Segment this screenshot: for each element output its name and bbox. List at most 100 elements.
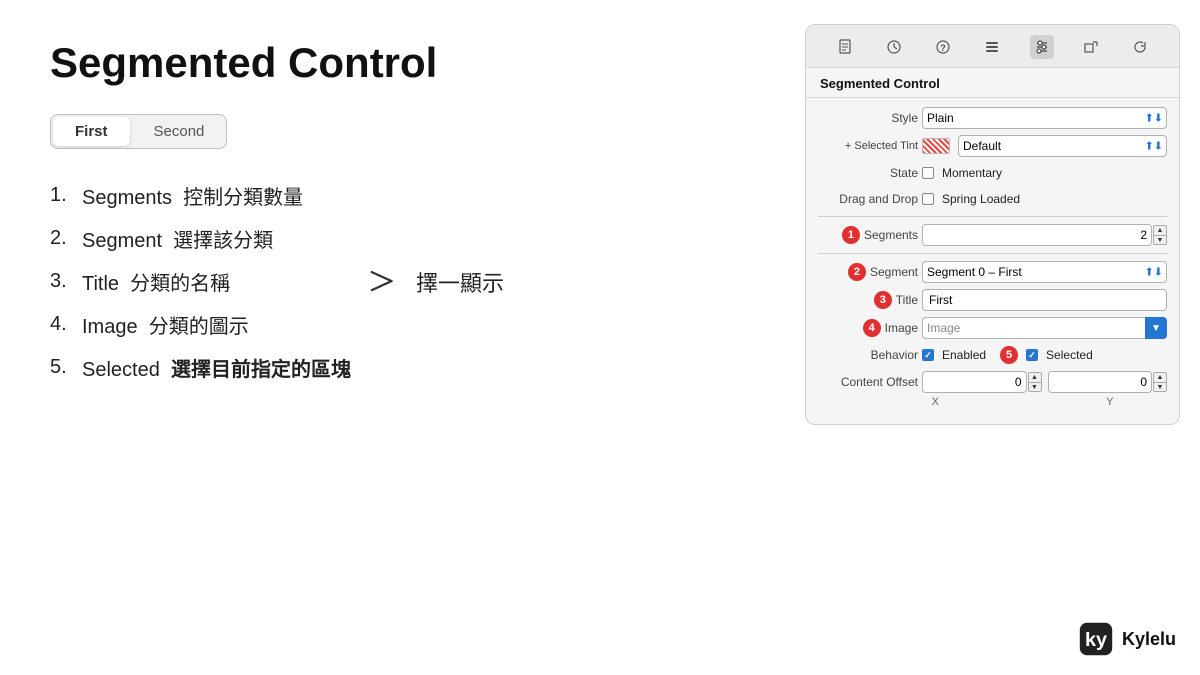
drag-drop-row: Drag and Drop Spring Loaded (806, 186, 1179, 212)
segmented-control-widget[interactable]: First Second (50, 114, 227, 149)
tint-select-wrap[interactable]: Default ⬆⬇ (958, 135, 1167, 157)
list-item: 3. Title 分類的名稱 擇一顯示 (50, 267, 735, 296)
offset-x-down[interactable]: ▼ (1028, 382, 1042, 392)
segments-row-label: 1 Segments (818, 226, 918, 244)
offset-y-down[interactable]: ▼ (1153, 382, 1167, 392)
list-number: 5. (50, 356, 82, 379)
enabled-label: Enabled (942, 348, 986, 362)
momentary-label: Momentary (942, 166, 1002, 180)
x-label: X (818, 396, 993, 408)
behavior-content: Enabled 5 Selected (922, 346, 1167, 364)
offset-x-stepper: ▲ ▼ (1028, 372, 1042, 392)
inspector-panel: ? Segmented Control (805, 24, 1180, 425)
tint-swatch[interactable] (922, 138, 950, 154)
content-offset-label: Content Offset (818, 375, 918, 389)
style-select-wrap[interactable]: Plain ⬆⬇ (922, 107, 1167, 129)
offset-y-stepper: ▲ ▼ (1153, 372, 1167, 392)
segments-stepper-down[interactable]: ▼ (1153, 235, 1167, 245)
arrow-icon (370, 268, 406, 296)
bottom-logo: ky Kylelu (1078, 621, 1176, 657)
xy-labels-row: X Y (806, 396, 1179, 408)
segment-row-label: 2 Segment (818, 263, 918, 281)
inspector-title: Segmented Control (806, 68, 1179, 98)
style-label: Style (818, 111, 918, 125)
spring-loaded-checkbox[interactable] (922, 193, 934, 205)
svg-text:ky: ky (1085, 629, 1107, 651)
title-input[interactable] (922, 289, 1167, 311)
segments-field-wrap: ▲ ▼ (922, 224, 1167, 246)
selected-tint-row: + Selected Tint Default ⬆⬇ (806, 132, 1179, 160)
selected-tint-content: Default ⬆⬇ (922, 135, 1167, 157)
selected-tint-label: + Selected Tint (818, 140, 918, 152)
state-label: State (818, 166, 918, 180)
style-content: Plain ⬆⬇ (922, 107, 1167, 129)
list-label: Image 分類的圖示 (82, 310, 249, 339)
list-item: 1. Segments 控制分類數量 (50, 181, 735, 210)
list-number: 2. (50, 227, 82, 250)
image-select[interactable]: Image (922, 317, 1167, 339)
segment-content: Segment 0 – First ⬆⬇ (922, 261, 1167, 283)
left-panel: Segmented Control First Second 1. Segmen… (0, 0, 785, 675)
list-icon[interactable] (980, 35, 1004, 59)
behavior-label: Behavior (818, 348, 918, 362)
tint-select[interactable]: Default (958, 135, 1167, 157)
list-number: 4. (50, 313, 82, 336)
image-row: 4 Image Image ▼ (806, 314, 1179, 342)
list-label: Title 分類的名稱 (82, 267, 230, 296)
segment-select[interactable]: Segment 0 – First (922, 261, 1167, 283)
offset-y-wrap: ▲ ▼ (1048, 371, 1168, 393)
inspector-toolbar: ? (806, 25, 1179, 68)
offset-y-input[interactable] (1048, 371, 1153, 393)
shape-icon[interactable] (1079, 35, 1103, 59)
list-item: 2. Segment 選擇該分類 (50, 224, 735, 253)
selected-checkbox[interactable] (1026, 349, 1038, 361)
svg-text:?: ? (940, 43, 946, 53)
content-offset-row: Content Offset ▲ ▼ ▲ (806, 368, 1179, 396)
clock-icon[interactable] (882, 35, 906, 59)
title-content (922, 289, 1167, 311)
segment-second-button[interactable]: Second (132, 115, 227, 148)
drag-drop-content: Spring Loaded (922, 192, 1167, 206)
segments-stepper-up[interactable]: ▲ (1153, 225, 1167, 235)
state-row: State Momentary (806, 160, 1179, 186)
image-content: Image ▼ (922, 317, 1167, 339)
offset-x-wrap: ▲ ▼ (922, 371, 1042, 393)
image-select-wrap[interactable]: Image ▼ (922, 317, 1167, 339)
refresh-icon[interactable] (1128, 35, 1152, 59)
offset-x-up[interactable]: ▲ (1028, 372, 1042, 382)
content-offset-content: ▲ ▼ ▲ ▼ (922, 371, 1167, 393)
segments-badge: 1 (842, 226, 860, 244)
offset-x-input[interactable] (922, 371, 1027, 393)
segmented-demo: First Second (50, 114, 735, 149)
offset-y-up[interactable]: ▲ (1153, 372, 1167, 382)
right-panel: ? Segmented Control (785, 0, 1200, 675)
sliders-icon[interactable] (1030, 35, 1054, 59)
page-title: Segmented Control (50, 40, 735, 86)
segments-content: ▲ ▼ (922, 224, 1167, 246)
kylelu-logo-icon: ky (1078, 621, 1114, 657)
segments-row: 1 Segments ▲ ▼ (806, 221, 1179, 249)
behavior-row: Behavior Enabled 5 Selected (806, 342, 1179, 368)
segments-input[interactable] (922, 224, 1152, 246)
spring-loaded-label: Spring Loaded (942, 192, 1020, 206)
image-badge: 4 (863, 319, 881, 337)
logo-text: Kylelu (1122, 629, 1176, 650)
segment-first-button[interactable]: First (53, 117, 130, 146)
image-row-label: 4 Image (818, 319, 918, 337)
divider1 (818, 216, 1167, 217)
title-row: 3 Title (806, 286, 1179, 314)
enabled-checkbox[interactable] (922, 349, 934, 361)
style-select[interactable]: Plain (922, 107, 1167, 129)
feature-list: 1. Segments 控制分類數量 2. Segment 選擇該分類 3. T… (50, 181, 735, 382)
list-item: 5. Selected 選擇目前指定的區塊 (50, 353, 735, 382)
question-icon[interactable]: ? (931, 35, 955, 59)
list-label: Segment 選擇該分類 (82, 224, 273, 253)
list-item: 4. Image 分類的圖示 (50, 310, 735, 339)
title-row-label: 3 Title (818, 291, 918, 309)
segment-select-wrap[interactable]: Segment 0 – First ⬆⬇ (922, 261, 1167, 283)
list-number: 3. (50, 270, 82, 293)
momentary-checkbox[interactable] (922, 167, 934, 179)
state-content: Momentary (922, 166, 1167, 180)
file-icon[interactable] (833, 35, 857, 59)
list-number: 1. (50, 184, 82, 207)
